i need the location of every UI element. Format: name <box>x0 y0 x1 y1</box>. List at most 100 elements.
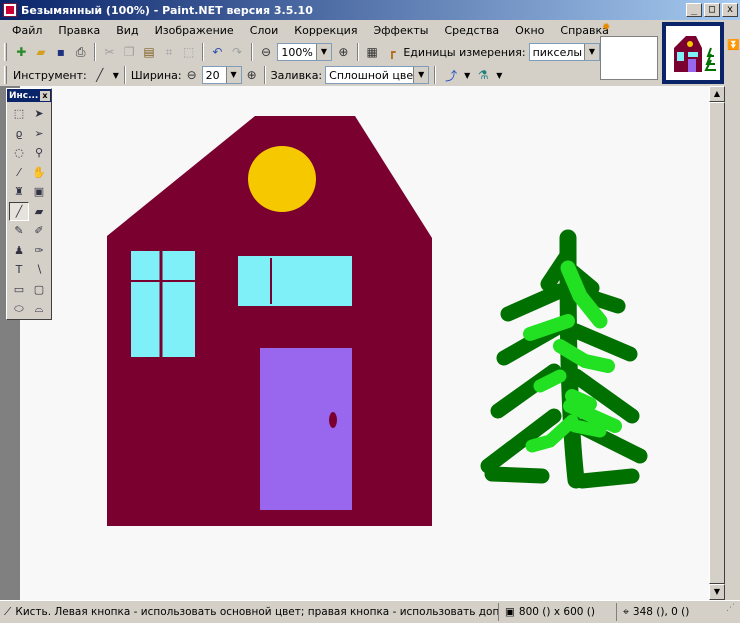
paste-icon[interactable]: ▤ <box>141 42 158 62</box>
units-value: пикселы <box>532 45 583 59</box>
move-selection-icon[interactable]: ➤ <box>29 104 49 124</box>
rounded-rectangle-icon[interactable]: ▢ <box>29 280 49 300</box>
close-button[interactable]: x <box>722 3 738 17</box>
gradient-icon[interactable]: ▣ <box>29 182 49 202</box>
ellipse-select-icon[interactable]: ◌ <box>9 143 29 163</box>
menu-view[interactable]: Вид <box>108 24 146 37</box>
paint-bucket-icon[interactable]: ♜ <box>9 182 29 202</box>
resize-grip-icon[interactable]: ⋰ <box>726 603 740 621</box>
minimize-button[interactable]: _ <box>686 3 702 17</box>
chevron-down-icon[interactable]: ▼ <box>583 44 599 60</box>
maximize-button[interactable]: □ <box>704 3 720 17</box>
menu-utilities[interactable]: Средства <box>436 24 507 37</box>
antialiasing-dropdown-icon[interactable]: ▼ <box>464 71 470 80</box>
color-picker-icon[interactable]: ✐ <box>29 221 49 241</box>
chevron-down-icon[interactable]: ▼ <box>225 67 241 83</box>
pan-hand-icon[interactable]: ✋ <box>29 163 49 183</box>
open-folder-icon[interactable]: ▰ <box>33 42 50 62</box>
tools-window-title: Инс... <box>9 90 39 101</box>
blending-dropdown-icon[interactable]: ▼ <box>496 71 502 80</box>
scroll-up-icon[interactable]: ▲ <box>709 86 725 102</box>
decrease-width-icon[interactable]: ⊖ <box>185 65 199 85</box>
menu-edit[interactable]: Правка <box>50 24 108 37</box>
zoom-icon[interactable]: ⚲ <box>29 143 49 163</box>
paintbrush-tool-icon[interactable]: ╱ <box>9 201 29 221</box>
freeform-shape-icon[interactable]: ⌓ <box>29 299 49 319</box>
brush-status-icon: ⟋ <box>4 605 12 618</box>
alpha-blending-icon[interactable]: ⚗ <box>473 65 493 85</box>
grid-icon[interactable]: ▦ <box>364 42 381 62</box>
magic-wand-icon[interactable]: ⁄ <box>9 163 29 183</box>
menu-effects[interactable]: Эффекты <box>365 24 436 37</box>
door-knob <box>329 412 337 428</box>
toolbar-separator <box>356 43 359 61</box>
paintbrush-icon[interactable]: ╱ <box>90 65 110 85</box>
units-combo[interactable]: пикселы ▼ <box>528 43 600 61</box>
save-icon[interactable]: ▪ <box>52 42 69 62</box>
width-label: Ширина: <box>130 68 182 82</box>
tools-window-titlebar[interactable]: Инс... x <box>7 89 51 102</box>
tool-options-toolbar: Инструмент: ╱ ▼ Ширина: ⊖ 20 ▼ ⊕ Заливка… <box>0 63 600 87</box>
recolor-icon[interactable]: ✑ <box>29 241 49 261</box>
tool-label: Инструмент: <box>13 68 87 82</box>
deselect-icon[interactable]: ⬚ <box>180 42 197 62</box>
toolbar-separator <box>434 66 437 84</box>
increase-width-icon[interactable]: ⊕ <box>245 65 259 85</box>
copy-icon[interactable]: ❐ <box>121 42 138 62</box>
menu-bar: Файл Правка Вид Изображение Слои Коррекц… <box>0 20 609 40</box>
chevron-down-icon[interactable]: ▼ <box>413 67 429 83</box>
rectangle-icon[interactable]: ▭ <box>9 280 29 300</box>
left-window <box>131 251 195 357</box>
zoom-in-icon[interactable]: ⊕ <box>335 42 352 62</box>
toolbar-separator <box>202 43 205 61</box>
lasso-select-icon[interactable]: ϱ <box>9 124 29 144</box>
text-icon[interactable]: T <box>9 260 29 280</box>
title-bar: Безымянный (100%) - Paint.NET версия 3.5… <box>0 0 740 20</box>
paintnet-app-icon[interactable] <box>3 3 17 17</box>
zoom-out-icon[interactable]: ⊖ <box>258 42 275 62</box>
cut-icon[interactable]: ✂ <box>101 42 118 62</box>
ruler-icon[interactable]: ┏ <box>384 42 401 62</box>
redo-icon[interactable]: ↷ <box>229 42 246 62</box>
pencil-icon[interactable]: ✎ <box>9 221 29 241</box>
zoom-value: 100% <box>281 45 313 59</box>
menu-layers[interactable]: Слои <box>242 24 287 37</box>
thumbnail-scroll-icon[interactable]: ⏬ <box>727 40 739 51</box>
menu-image[interactable]: Изображение <box>147 24 242 37</box>
print-icon[interactable]: ⎙ <box>72 42 89 62</box>
cursor-position-text: 348 (), 0 () <box>632 606 690 618</box>
menu-adjustments[interactable]: Коррекция <box>286 24 365 37</box>
new-image-sparkle-icon: ✹ <box>602 22 611 33</box>
scroll-down-icon[interactable]: ▼ <box>709 584 725 600</box>
rectangle-select-icon[interactable]: ⬚ <box>9 104 29 124</box>
drawing-canvas[interactable] <box>20 86 710 600</box>
new-file-icon[interactable]: ✚ <box>13 42 30 62</box>
ellipse-icon[interactable]: ⬭ <box>9 299 29 319</box>
line-curve-icon[interactable]: ∖ <box>29 260 49 280</box>
toolbar-grip[interactable] <box>4 66 7 84</box>
toolbar-grip[interactable] <box>4 43 7 61</box>
zoom-combo[interactable]: 100% ▼ <box>277 43 332 61</box>
move-selected-icon[interactable]: ➢ <box>29 124 49 144</box>
vertical-scrollbar[interactable]: ▲ ▼ <box>709 86 725 600</box>
eraser-icon[interactable]: ▰ <box>29 202 49 222</box>
thumbnail-preview <box>674 36 716 72</box>
chevron-down-icon[interactable]: ▼ <box>315 44 331 60</box>
undo-icon[interactable]: ↶ <box>209 42 226 62</box>
clone-stamp-icon[interactable]: ♟ <box>9 241 29 261</box>
width-combo[interactable]: 20 ▼ <box>201 66 242 84</box>
fill-combo[interactable]: Сплошной цвет ▼ <box>325 66 430 84</box>
antialiasing-icon[interactable]: ⤴ <box>441 65 461 85</box>
image-thumbnail-active[interactable] <box>662 22 724 84</box>
image-thumbnail-blank[interactable] <box>600 36 658 80</box>
status-hint-text: Кисть. Левая кнопка - использовать основ… <box>15 606 498 618</box>
toolbar-separator <box>250 43 253 61</box>
toolbar-separator <box>94 43 97 61</box>
crop-to-selection-icon[interactable]: ⌗ <box>160 42 177 62</box>
menu-window[interactable]: Окно <box>507 24 552 37</box>
scrollbar-thumb[interactable] <box>709 102 725 584</box>
tools-window: Инс... x ⬚ ➤ ϱ ➢ ◌ ⚲ ⁄ ✋ ♜ ▣ ╱ ▰ ✎ ✐ ♟ ✑… <box>6 88 52 320</box>
tools-close-button[interactable]: x <box>40 90 50 101</box>
tool-dropdown-icon[interactable]: ▼ <box>113 71 119 80</box>
menu-file[interactable]: Файл <box>4 24 50 37</box>
